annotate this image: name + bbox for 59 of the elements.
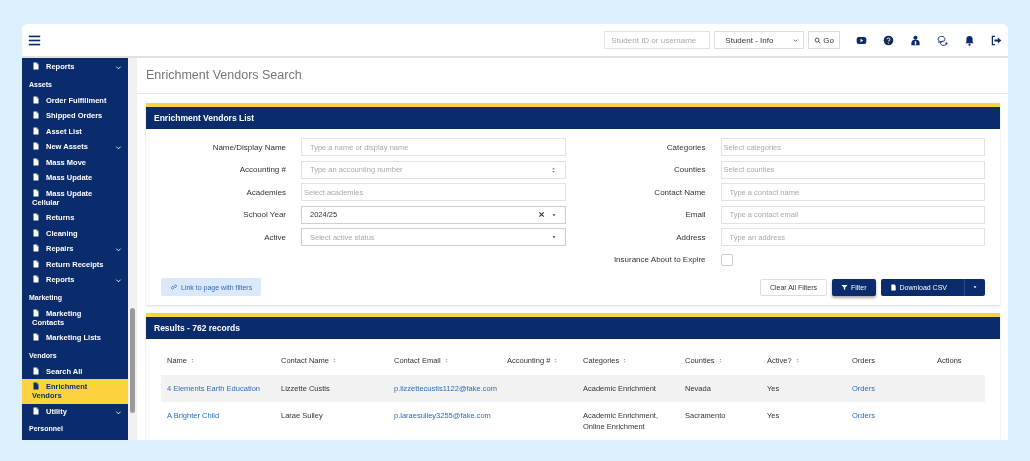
sort-icon [717, 357, 723, 364]
document-icon [32, 333, 40, 341]
field-label: Email [684, 210, 706, 219]
sort-icon [622, 357, 628, 364]
caret-icon [550, 234, 557, 240]
document-icon [32, 275, 40, 283]
student-search-field[interactable]: Student ID or username [604, 31, 711, 49]
scrollbar[interactable] [128, 58, 137, 440]
document-icon [32, 188, 40, 197]
document-icon [32, 259, 40, 268]
field-label: Name/Display Name [211, 142, 286, 152]
document-icon [32, 366, 40, 375]
help-icon[interactable] [883, 34, 894, 46]
field-label: Contact Name [653, 187, 706, 197]
panel-title: Enrichment Vendors List [146, 107, 1000, 129]
notification-icon[interactable] [964, 34, 975, 46]
document-icon [32, 111, 40, 119]
field-label: Accounting # [238, 165, 286, 174]
checkbox[interactable] [720, 253, 733, 266]
document-icon [32, 308, 40, 317]
field-label: School Year [242, 210, 286, 219]
sort-icon [331, 357, 337, 364]
caret-icon [972, 284, 978, 290]
document-icon [889, 283, 897, 291]
field-label: Counties [672, 165, 706, 174]
search-icon [814, 36, 822, 44]
document-icon [32, 157, 40, 166]
document-icon [32, 62, 40, 70]
document-icon [32, 213, 40, 221]
field-label: Academies [245, 187, 286, 197]
field-label: Insurance About to Expire [612, 255, 706, 264]
menu-icon[interactable] [28, 33, 41, 47]
document-icon [32, 126, 40, 135]
sort-icon [794, 357, 800, 364]
funnel-icon [840, 283, 848, 291]
document-icon [32, 228, 40, 237]
link-icon [170, 283, 178, 291]
document-icon [32, 406, 40, 415]
panel-title: Results - 762 records [146, 317, 1000, 339]
document-icon [32, 173, 40, 181]
video-icon[interactable] [856, 34, 867, 46]
document-icon [32, 95, 40, 104]
sort-icon [190, 357, 195, 364]
document-icon [32, 244, 40, 252]
document-icon [32, 142, 40, 150]
go-button[interactable]: Go [808, 31, 840, 49]
sort-icon [553, 357, 559, 364]
field-label: Categories [665, 142, 706, 152]
caret-icon [550, 211, 557, 218]
page-title: Enrichment Vendors Search [137, 58, 1008, 94]
logout-icon[interactable] [991, 34, 1002, 46]
person-icon[interactable] [910, 34, 921, 46]
sort-icon [443, 357, 449, 364]
field-label: Active [263, 232, 286, 242]
lookup-dropdown[interactable]: Student - Info [714, 31, 805, 49]
document-icon [32, 382, 40, 390]
field-label: Address [675, 232, 706, 242]
clear-icon[interactable] [537, 211, 545, 218]
chevron-icon [792, 36, 800, 44]
